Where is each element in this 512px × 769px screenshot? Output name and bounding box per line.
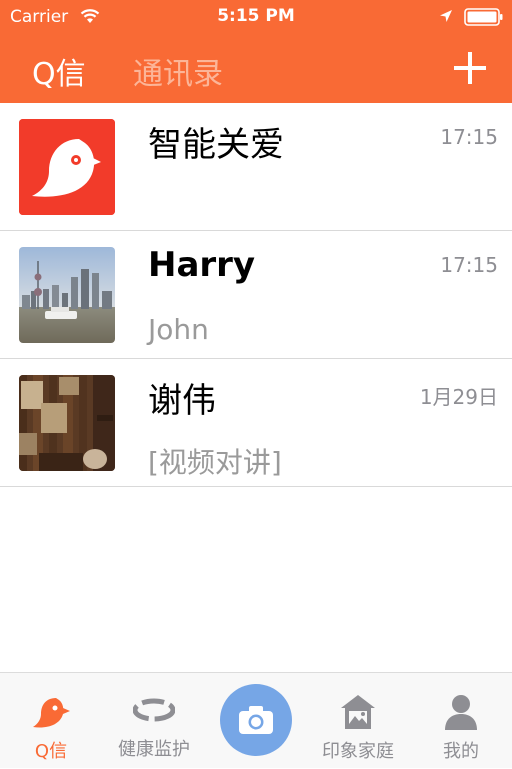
location-arrow-icon (440, 10, 452, 22)
tab-label: 印象家庭 (322, 741, 394, 762)
conversation-time: 17:15 (440, 125, 498, 149)
conversation-row[interactable]: 谢伟 1月29日 [视频对讲] (0, 359, 512, 487)
tab-contacts[interactable]: 通讯录 (133, 49, 223, 93)
conversation-row[interactable]: Harry 17:15 John (0, 231, 512, 359)
conversation-time: 17:15 (440, 253, 498, 277)
bird-icon (33, 698, 70, 728)
header: Carrier 5:15 PM Q信 通讯录 (0, 0, 512, 103)
city-skyline-photo (19, 247, 115, 343)
conversation-name: Harry (148, 245, 256, 285)
conversation-row[interactable]: 智能关爱 17:15 (0, 103, 512, 231)
tab-me[interactable]: 我的 (420, 673, 502, 769)
bird-logo-icon (19, 119, 115, 215)
conversation-preview: [视频对讲] (148, 446, 282, 479)
battery-icon (464, 8, 503, 26)
tab-label: 我的 (443, 741, 479, 762)
conversation-name: 智能关爱 (148, 125, 284, 165)
tab-q-messages[interactable]: Q信 (32, 49, 86, 93)
tab-home-album[interactable]: 印象家庭 (312, 673, 404, 769)
camera-icon (239, 706, 273, 734)
bracelet-icon (133, 698, 175, 722)
conversation-name: 谢伟 (148, 381, 216, 421)
person-icon (445, 695, 477, 730)
tab-health[interactable]: 健康监护 (108, 673, 200, 769)
conversation-list: 智能关爱 17:15 Harry 17:15 John 谢伟 1月29日 [视频… (0, 103, 512, 487)
status-bar: Carrier 5:15 PM (0, 0, 512, 34)
camera-button[interactable] (220, 684, 292, 756)
conversation-preview: John (148, 313, 209, 346)
tab-label: 健康监护 (118, 739, 190, 760)
status-time: 5:15 PM (217, 6, 295, 26)
home-photo-icon (341, 695, 375, 729)
tab-q[interactable]: Q信 (12, 673, 90, 769)
conversation-time: 1月29日 (419, 385, 498, 409)
plus-icon[interactable] (448, 46, 492, 90)
tab-label: Q信 (34, 741, 68, 762)
interior-wood-photo (19, 375, 115, 471)
nav-bar: Q信 通讯录 (0, 34, 512, 103)
